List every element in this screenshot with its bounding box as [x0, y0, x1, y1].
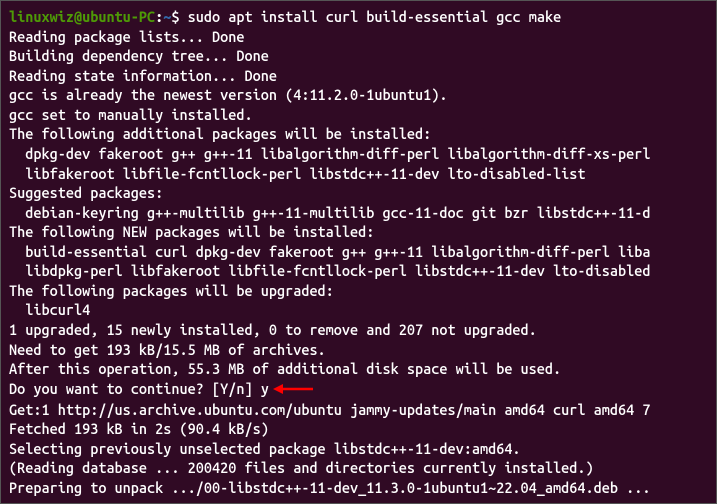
output-line: The following packages will be upgraded:: [9, 281, 708, 301]
output-line: The following additional packages will b…: [9, 124, 708, 144]
output-line: The following NEW packages will be insta…: [9, 222, 708, 242]
arrow-icon: [273, 380, 313, 400]
output-line: build-essential curl dpkg-dev fakeroot g…: [9, 242, 708, 262]
prompt-user: linuxwiz@ubuntu-PC: [9, 8, 155, 25]
output-line: Preparing to unpack .../00-libstdc++-11-…: [9, 478, 708, 498]
prompt-dollar: $: [171, 8, 187, 25]
output-line: 1 upgraded, 15 newly installed, 0 to rem…: [9, 320, 708, 340]
output-line: dpkg-dev fakeroot g++ g++-11 libalgorith…: [9, 144, 708, 164]
prompt-line: linuxwiz@ubuntu-PC:~$ sudo apt install c…: [9, 7, 708, 27]
output-line: libfakeroot libfile-fcntllock-perl libst…: [9, 164, 708, 184]
output-line: gcc set to manually installed.: [9, 105, 708, 125]
output-line: Reading package lists... Done: [9, 27, 708, 47]
output-line: (Reading database ... 200420 files and d…: [9, 458, 708, 478]
output-line: Building dependency tree... Done: [9, 46, 708, 66]
output-line: Fetched 193 kB in 2s (90.4 kB/s): [9, 419, 708, 439]
output-line: Get:1 http://us.archive.ubuntu.com/ubunt…: [9, 400, 708, 420]
continue-answer: y: [261, 380, 269, 397]
terminal-output[interactable]: linuxwiz@ubuntu-PC:~$ sudo apt install c…: [9, 7, 708, 498]
continue-prompt-line: Do you want to continue? [Y/n] y: [9, 379, 708, 400]
output-line: Reading state information... Done: [9, 66, 708, 86]
output-line: After this operation, 55.3 MB of additio…: [9, 359, 708, 379]
output-line: Suggested packages:: [9, 183, 708, 203]
output-line: debian-keyring g++-multilib g++-11-multi…: [9, 203, 708, 223]
continue-prompt-text: Do you want to continue? [Y/n]: [9, 380, 261, 397]
output-line: libcurl4: [9, 300, 708, 320]
command-text: sudo apt install curl build-essential gc…: [188, 8, 562, 25]
output-line: Selecting previously unselected package …: [9, 439, 708, 459]
output-line: Need to get 193 kB/15.5 MB of archives.: [9, 340, 708, 360]
output-line: gcc is already the newest version (4:11.…: [9, 85, 708, 105]
output-line: libdpkg-perl libfakeroot libfile-fcntllo…: [9, 261, 708, 281]
